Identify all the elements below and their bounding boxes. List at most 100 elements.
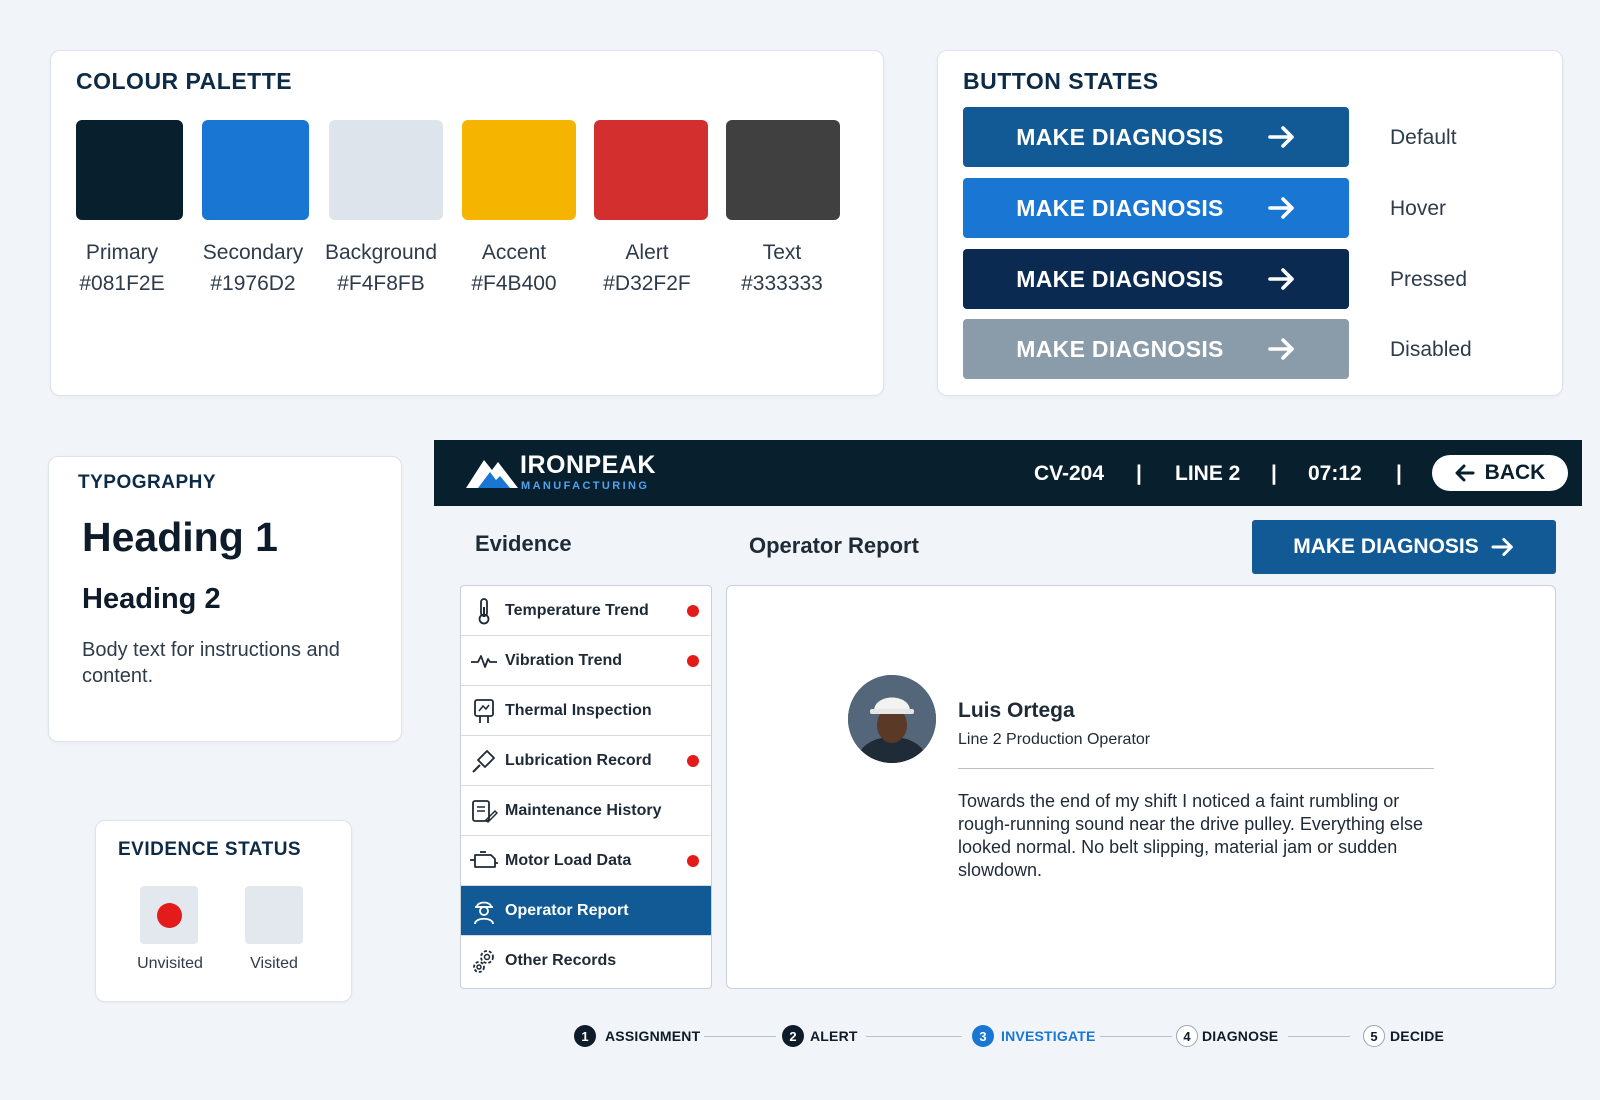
unvisited-dot	[157, 903, 182, 928]
evidence-label: Motor Load Data	[505, 851, 632, 869]
swatch-alert	[594, 120, 708, 220]
swatch-primary	[76, 120, 183, 220]
evidence-item-motor-load-data[interactable]: Motor Load Data	[461, 836, 711, 886]
make-diagnosis-button[interactable]: MAKE DIAGNOSIS	[1252, 520, 1556, 574]
colour-palette-card	[50, 50, 884, 396]
unvisited-dot	[687, 755, 699, 767]
swatch-label-background: Background #F4F8FB	[321, 237, 441, 299]
make-diagnosis-button-hover[interactable]: MAKE DIAGNOSIS	[963, 178, 1349, 238]
state-label-disabled: Disabled	[1390, 338, 1472, 361]
visited-indicator	[245, 886, 303, 944]
state-label-hover: Hover	[1390, 197, 1447, 220]
arrow-right-icon	[1267, 197, 1294, 219]
unvisited-dot	[687, 605, 699, 617]
swatch-secondary	[202, 120, 309, 220]
button-label: MAKE DIAGNOSIS	[1016, 194, 1224, 221]
evidence-label: Vibration Trend	[505, 651, 623, 669]
unvisited-dot	[687, 855, 699, 867]
line-label: LINE 2	[1175, 462, 1241, 485]
unvisited-dot	[687, 655, 699, 667]
swatch-name: Background	[324, 241, 438, 264]
swatch-hex: #F4B400	[471, 272, 557, 295]
operator-portrait-icon	[848, 675, 936, 763]
pulse-icon	[471, 654, 497, 668]
arrow-right-icon	[1267, 338, 1294, 360]
evidence-item-thermal-inspection[interactable]: Thermal Inspection	[461, 686, 711, 736]
unvisited-indicator	[140, 886, 198, 944]
operator-icon	[474, 901, 494, 924]
evidence-item-lubrication-record[interactable]: Lubrication Record	[461, 736, 711, 786]
clipboard-edit-icon	[472, 799, 498, 823]
step-connector	[1288, 1036, 1350, 1037]
step-5-label: DECIDE	[1390, 1028, 1445, 1044]
state-label-default: Default	[1390, 126, 1457, 149]
evidence-item-vibration-trend[interactable]: Vibration Trend	[461, 636, 711, 686]
swatch-label-text: Text #333333	[722, 237, 842, 299]
evidence-label: Other Records	[505, 952, 617, 969]
step-4-number: 4	[1176, 1025, 1198, 1047]
colour-palette-title: COLOUR PALETTE	[76, 68, 293, 94]
thermal-camera-icon	[474, 698, 494, 723]
evidence-item-temperature-trend[interactable]: Temperature Trend	[461, 586, 711, 636]
swatch-hex: #F4F8FB	[337, 272, 425, 295]
make-diagnosis-label: MAKE DIAGNOSIS	[1293, 535, 1479, 558]
swatch-name: Accent	[481, 241, 547, 264]
mountain-logo-icon	[466, 460, 518, 488]
evidence-label: Operator Report	[505, 901, 629, 919]
evidence-item-maintenance-history[interactable]: Maintenance History	[461, 786, 711, 836]
evidence-heading: Evidence	[475, 531, 572, 556]
swatch-name: Primary	[85, 241, 159, 264]
operator-name: Luis Ortega	[958, 699, 1075, 722]
report-divider	[958, 768, 1434, 769]
step-1-number: 1	[574, 1025, 596, 1047]
operator-avatar	[848, 675, 936, 763]
step-2-label: ALERT	[810, 1028, 858, 1044]
step-connector	[866, 1036, 962, 1037]
step-connector	[704, 1036, 776, 1037]
header-separator: |	[1271, 462, 1277, 485]
operator-report-text: Towards the end of my shift I noticed a …	[958, 791, 1423, 880]
make-diagnosis-button-pressed[interactable]: MAKE DIAGNOSIS	[963, 249, 1349, 309]
swatch-accent	[462, 120, 576, 220]
step-1-label: ASSIGNMENT	[605, 1028, 701, 1044]
arrow-left-icon	[1455, 464, 1475, 482]
button-label: MAKE DIAGNOSIS	[1016, 123, 1224, 150]
step-2-number: 2	[782, 1025, 804, 1047]
button-states-title: BUTTON STATES	[963, 68, 1159, 94]
report-heading: Operator Report	[749, 533, 919, 558]
arrow-right-icon	[1267, 126, 1294, 148]
back-label: BACK	[1484, 461, 1546, 484]
asset-id: CV-204	[1034, 462, 1105, 485]
header-separator: |	[1396, 462, 1402, 485]
evidence-label: Lubrication Record	[505, 751, 652, 769]
swatch-name: Alert	[625, 241, 669, 264]
button-label: MAKE DIAGNOSIS	[1016, 265, 1224, 292]
make-diagnosis-button-disabled: MAKE DIAGNOSIS	[963, 319, 1349, 379]
evidence-item-other-records[interactable]: Other Records	[461, 936, 711, 986]
swatch-hex: #D32F2F	[603, 272, 691, 295]
operator-report-panel	[726, 585, 1556, 989]
make-diagnosis-button-default[interactable]: MAKE DIAGNOSIS	[963, 107, 1349, 167]
swatch-name: Secondary	[202, 241, 304, 264]
arrow-right-icon	[1491, 538, 1513, 556]
swatch-label-alert: Alert #D32F2F	[587, 237, 707, 299]
button-label: MAKE DIAGNOSIS	[1016, 335, 1224, 362]
evidence-label: Maintenance History	[505, 801, 662, 819]
heading-2-sample: Heading 2	[82, 583, 221, 615]
back-button[interactable]: BACK	[1432, 455, 1568, 491]
evidence-item-operator-report[interactable]: Operator Report	[461, 886, 711, 936]
brand-subtitle: MANUFACTURING	[521, 480, 650, 492]
swatch-hex: #333333	[741, 272, 823, 295]
swatch-text	[726, 120, 840, 220]
heading-1-sample: Heading 1	[82, 514, 278, 560]
shift-time: 07:12	[1308, 462, 1362, 485]
evidence-label: Thermal Inspection	[505, 701, 652, 719]
header-separator: |	[1136, 462, 1142, 485]
thermometer-icon	[478, 597, 490, 624]
evidence-status-title: EVIDENCE STATUS	[118, 839, 302, 860]
operator-role: Line 2 Production Operator	[958, 731, 1151, 748]
swatch-hex: #081F2E	[79, 272, 165, 295]
step-3-label: INVESTIGATE	[1001, 1028, 1096, 1044]
visited-caption: Visited	[250, 955, 298, 972]
grease-gun-icon	[472, 749, 495, 773]
